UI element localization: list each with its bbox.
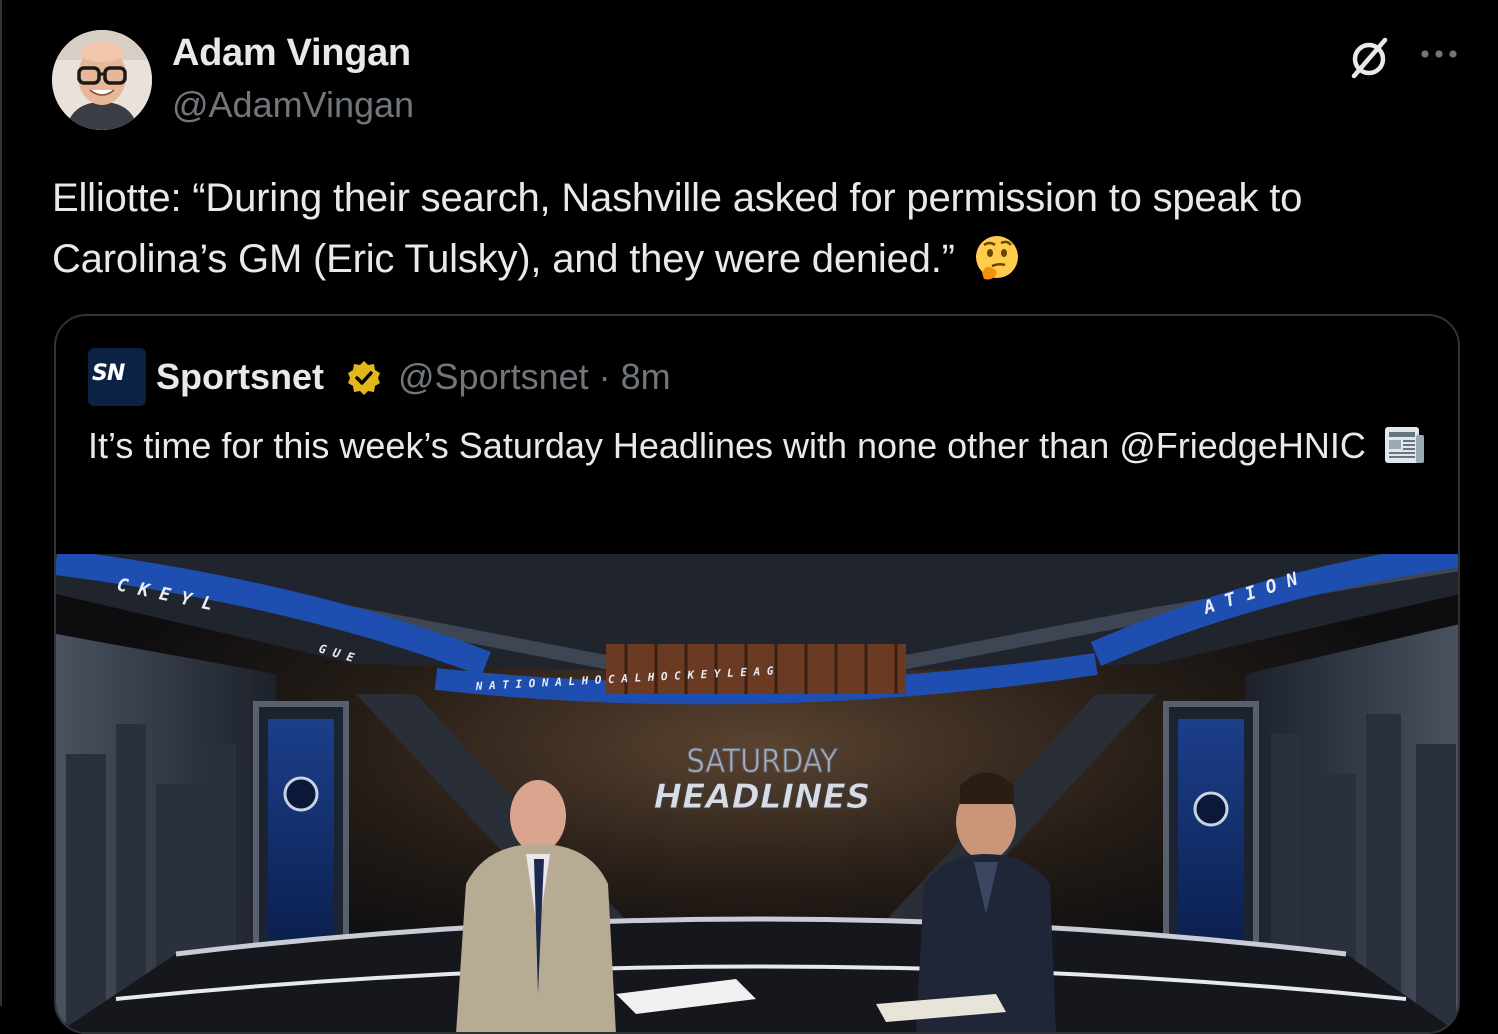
- more-icon[interactable]: [1418, 34, 1460, 76]
- sportsnet-logo[interactable]: SN: [88, 348, 146, 406]
- tweet[interactable]: Adam Vingan @AdamVingan Elliotte: “Durin…: [0, 0, 1498, 1034]
- tweet-text: Elliotte: “During their search, Nashvill…: [52, 168, 1462, 290]
- quoted-timestamp[interactable]: · 8m: [599, 356, 671, 397]
- quoted-text: It’s time for this week’s Saturday Headl…: [88, 420, 1428, 472]
- quoted-text-body: It’s time for this week’s Saturday Headl…: [88, 425, 1366, 466]
- verified-badge-icon: [344, 358, 384, 398]
- graphic-headlines: HEADLINES: [654, 777, 871, 817]
- thinking-face-emoji: [972, 233, 1022, 283]
- newspaper-emoji: [1382, 423, 1426, 467]
- quoted-tweet[interactable]: SN Sportsnet @Sportsnet · 8m It’s time f…: [54, 314, 1460, 1034]
- studio-scene-image: C K E Y L G U E A T I O N N A T I O N A …: [56, 554, 1458, 1032]
- author-name[interactable]: Adam Vingan: [172, 32, 411, 75]
- quoted-video[interactable]: C K E Y L G U E A T I O N N A T I O N A …: [56, 554, 1458, 1032]
- tweet-text-body: Elliotte: “During their search, Nashvill…: [52, 176, 1303, 281]
- grok-icon[interactable]: [1346, 36, 1392, 82]
- avatar[interactable]: [52, 30, 152, 130]
- quoted-author-handle[interactable]: @Sportsnet: [398, 356, 589, 397]
- author-handle[interactable]: @AdamVingan: [172, 84, 414, 126]
- quoted-handle-time[interactable]: @Sportsnet · 8m: [398, 356, 671, 398]
- graphic-saturday: SATURDAY: [686, 742, 838, 780]
- quoted-author-name[interactable]: Sportsnet: [156, 356, 324, 398]
- sportsnet-logo-text: SN: [92, 361, 125, 386]
